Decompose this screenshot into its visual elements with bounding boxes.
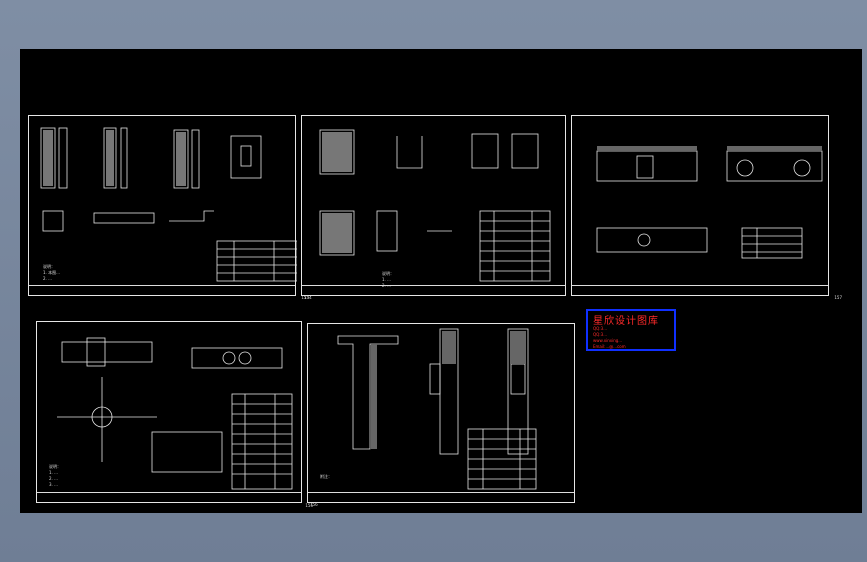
watermark-line: QQ:3... <box>593 332 608 337</box>
sheet-1-title-block <box>29 285 295 295</box>
sheet-3-graphics <box>596 146 823 259</box>
cad-model-viewport[interactable]: 说明： 1. 本图... 2. ... 153 说明： 1. ... 2. ..… <box>20 49 862 513</box>
sheet-5-title-block <box>308 492 574 502</box>
sheet-3-number: 157 <box>834 295 842 300</box>
sheet-2-graphics <box>319 129 551 282</box>
sheet-4-graphics <box>57 337 293 490</box>
sheet-5-number: 156 <box>310 502 318 507</box>
drawing-sheet-1: 说明： 1. 本图... 2. ... 153 <box>28 115 309 300</box>
watermark-title: 星欣设计图库 <box>593 316 659 327</box>
sheet-1-notes: 说明： 1. 本图... 2. ... <box>43 264 60 281</box>
sheet-2-title-block <box>302 285 565 295</box>
sheet-2-number: 154 <box>304 295 312 300</box>
drawing-sheet-3: 157 <box>571 115 842 300</box>
sheet-4-title-block <box>37 492 301 502</box>
watermark-line: Email:...@...com <box>593 344 626 349</box>
drawing-sheet-4: 说明： 1. ... 2. ... 3. ... 155 <box>36 321 313 508</box>
sheet-5-notes: 附注： <box>320 474 332 479</box>
drawing-sheet-2: 说明： 1. ... 2. ... 154 <box>301 115 566 300</box>
sheet-5-graphics <box>337 328 537 490</box>
watermark-stamp: 星欣设计图库 QQ:3... QQ:3... www.xinxing... Em… <box>586 309 676 351</box>
watermark-line: www.xinxing... <box>593 338 623 343</box>
sheet-3-title-block <box>572 285 828 295</box>
drawing-sheet-5: 附注： 156 <box>307 323 575 507</box>
watermark-line: QQ:3... <box>593 326 608 331</box>
sheet-4-notes: 说明： 1. ... 2. ... 3. ... <box>49 464 61 487</box>
sheet-1-graphics <box>40 127 297 282</box>
